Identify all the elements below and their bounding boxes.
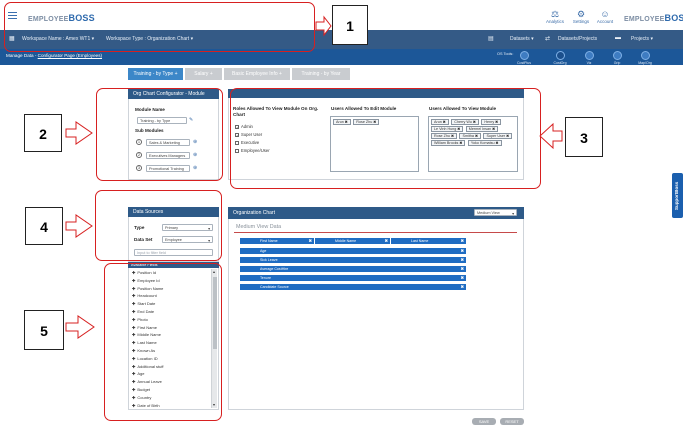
arrow-icon xyxy=(539,122,563,150)
annotation-arrows xyxy=(65,15,563,339)
arrow-icon xyxy=(65,315,95,339)
arrow-icon xyxy=(65,121,93,145)
arrow-icon xyxy=(315,15,332,37)
arrow-icon xyxy=(65,214,93,238)
